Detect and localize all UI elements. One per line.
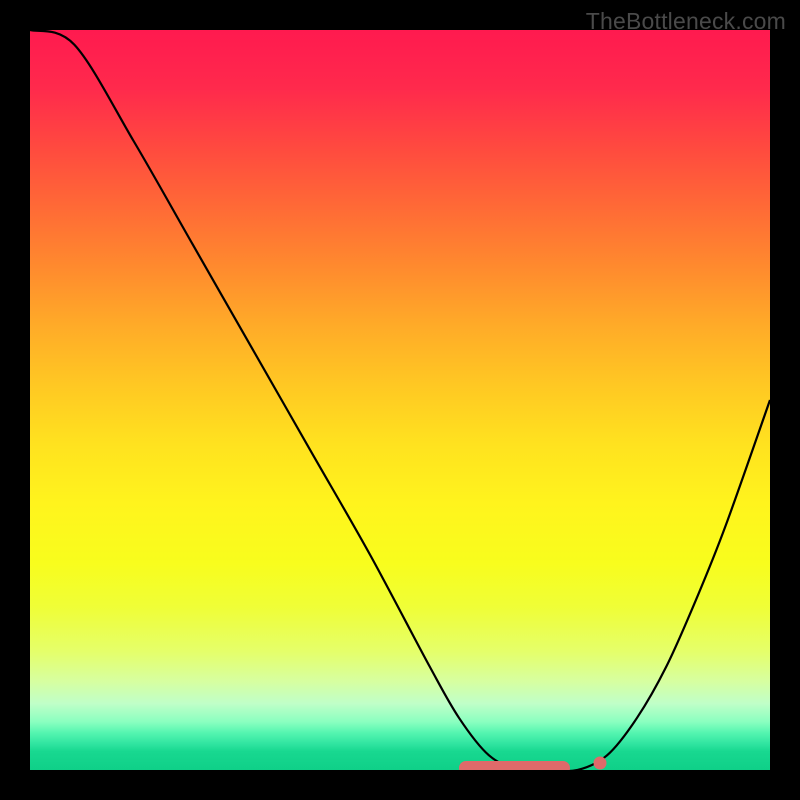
chart-markers — [30, 30, 770, 770]
trough-dot-marker — [593, 756, 606, 769]
chart-plot-area — [30, 30, 770, 770]
trough-band-marker — [459, 761, 570, 770]
attribution-text: TheBottleneck.com — [586, 8, 786, 35]
